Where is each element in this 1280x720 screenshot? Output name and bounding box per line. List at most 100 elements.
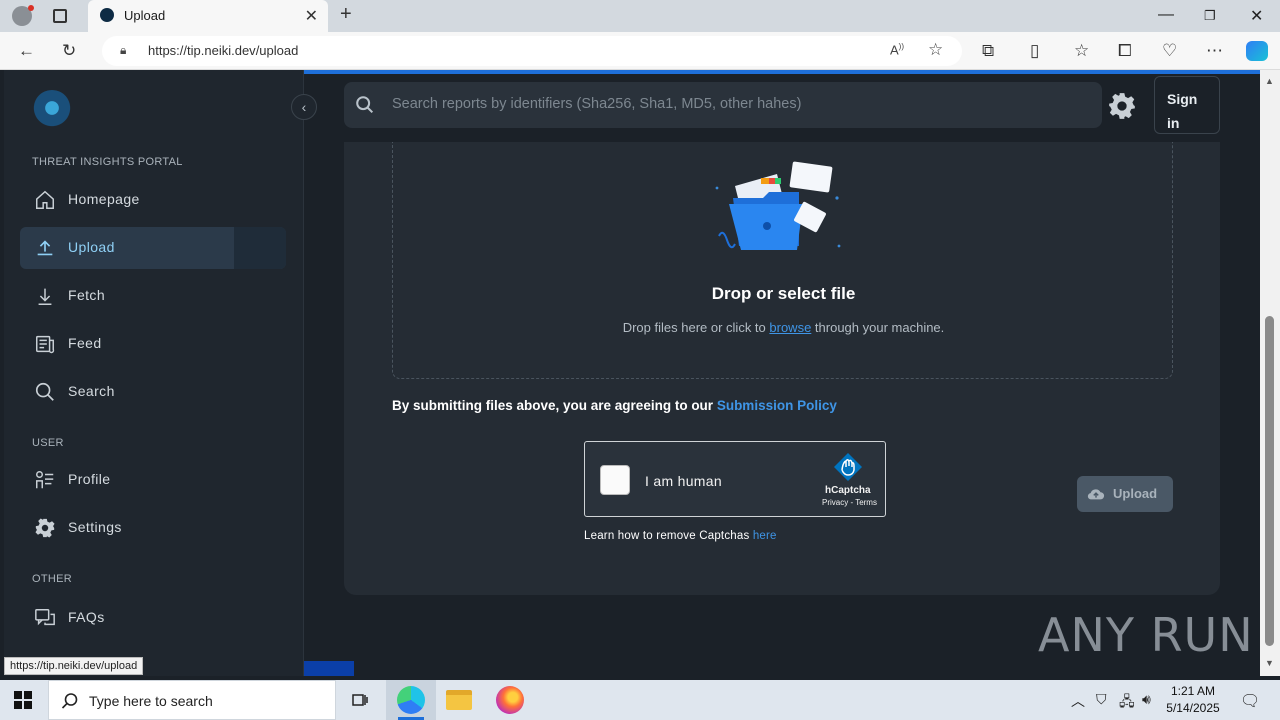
favorites-icon[interactable]: ☆	[1074, 41, 1089, 61]
browser-tab-bar: Upload ✕ + — ❐ ✕	[0, 0, 1280, 32]
search-icon	[61, 693, 78, 709]
taskbar-search-box[interactable]: Type here to search	[48, 680, 336, 720]
network-icon[interactable]: 🖧︎	[1119, 691, 1135, 715]
home-icon	[36, 190, 54, 209]
sidebar-item-label: Profile	[68, 471, 111, 487]
collections-icon[interactable]: ⧠	[1118, 41, 1132, 61]
read-aloud-icon[interactable]: A))	[890, 42, 904, 57]
agreement-text: By submitting files above, you are agree…	[392, 398, 837, 413]
taskbar-clock[interactable]: 1:21 AM 5/14/2025	[1160, 683, 1226, 717]
file-dropzone[interactable]: Drop or select file Drop files here or c…	[392, 142, 1173, 379]
upload-icon	[37, 240, 53, 256]
scroll-thumb[interactable]	[1265, 316, 1274, 646]
captcha-label: I am human	[645, 473, 722, 489]
feed-icon	[36, 335, 55, 354]
upload-button[interactable]: Upload	[1077, 476, 1173, 512]
captcha-help-link[interactable]: here	[753, 530, 777, 542]
web-page: THREAT INSIGHTS PORTAL Homepage Upload F…	[4, 70, 1260, 676]
faq-icon	[35, 609, 55, 626]
captcha-privacy-terms-links[interactable]: Privacy - Terms	[822, 498, 877, 507]
clock-date: 5/14/2025	[1166, 701, 1220, 715]
footer-accent-strip	[304, 661, 354, 676]
show-hidden-icons-icon[interactable]: ︿	[1071, 691, 1085, 711]
download-icon	[38, 288, 52, 305]
sign-in-label: Sign in	[1167, 91, 1198, 131]
browser-tab-upload[interactable]: Upload ✕	[88, 0, 328, 32]
sidebar-item-feed[interactable]: Feed	[20, 323, 286, 365]
edge-browser-icon[interactable]	[397, 686, 425, 714]
sidebar-item-homepage[interactable]: Homepage	[20, 179, 286, 221]
tab-close-icon[interactable]: ✕	[305, 6, 318, 26]
sign-in-button[interactable]: Sign in	[1154, 76, 1220, 134]
address-bar-row: ← ↻ 🔒︎ https://tip.neiki.dev/upload A)) …	[0, 32, 1280, 70]
settings-gear-icon[interactable]	[1108, 92, 1136, 120]
task-view-icon[interactable]	[346, 686, 374, 714]
gear-icon	[35, 518, 55, 538]
extensions-icon[interactable]: ⧉	[982, 41, 994, 61]
restore-icon[interactable]: ❐	[1204, 8, 1216, 24]
sidebar-item-label: FAQs	[68, 609, 105, 625]
sidebar-item-label: Search	[68, 383, 115, 399]
sidebar: THREAT INSIGHTS PORTAL Homepage Upload F…	[4, 70, 304, 676]
file-explorer-icon[interactable]	[446, 690, 472, 710]
notifications-icon[interactable]: 🗨︎	[1240, 691, 1260, 711]
volume-icon[interactable]: 🔊︎	[1142, 691, 1151, 708]
submission-policy-link[interactable]: Submission Policy	[717, 398, 837, 413]
url-text: https://tip.neiki.dev/upload	[148, 43, 299, 58]
report-search-bar[interactable]: Search reports by identifiers (Sha256, S…	[344, 82, 1102, 128]
tab-actions-icon[interactable]	[53, 9, 67, 23]
browse-link[interactable]: browse	[769, 320, 811, 335]
search-icon	[356, 96, 374, 114]
sidebar-collapse-button[interactable]: ‹	[291, 94, 317, 120]
sidebar-item-search[interactable]: Search	[20, 371, 286, 413]
minimize-icon[interactable]: —	[1158, 6, 1174, 24]
site-favicon-icon	[100, 8, 114, 22]
captcha-brand: hCaptcha	[825, 485, 871, 496]
captcha-checkbox[interactable]	[600, 465, 630, 495]
browser-essentials-icon[interactable]: ♡	[1162, 41, 1177, 61]
folder-files-illustration-icon	[715, 161, 841, 250]
section-label-user: USER	[32, 437, 64, 449]
firefox-icon[interactable]	[496, 686, 524, 714]
hcaptcha-widget: I am human hCaptcha Privacy - Terms	[584, 441, 886, 517]
url-field[interactable]: 🔒︎ https://tip.neiki.dev/upload A)) ☆	[102, 36, 962, 66]
tab-title: Upload	[124, 8, 166, 23]
anyrun-watermark: ANY RUN	[1038, 608, 1254, 662]
drop-title: Drop or select file	[711, 284, 856, 303]
clock-time: 1:21 AM	[1170, 684, 1216, 698]
scroll-down-arrow-icon[interactable]: ▼	[1265, 658, 1274, 668]
sidebar-item-faqs[interactable]: FAQs	[20, 597, 286, 639]
sidebar-item-label: Upload	[68, 239, 115, 255]
sidebar-item-label: Fetch	[68, 287, 106, 303]
new-tab-icon[interactable]: +	[340, 3, 352, 26]
security-tray-icon[interactable]: ⛉	[1096, 691, 1107, 708]
hcaptcha-logo-icon	[834, 453, 862, 481]
cloud-upload-icon	[1087, 489, 1105, 500]
taskbar-search-placeholder: Type here to search	[89, 693, 213, 709]
sidebar-item-upload[interactable]: Upload	[20, 227, 286, 269]
drop-subtitle: Drop files here or click to browse throu…	[622, 320, 945, 335]
captcha-help-text: Learn how to remove Captchas here	[584, 530, 777, 542]
sidebar-item-label: Settings	[68, 519, 122, 535]
page-scrollbar[interactable]: ▲ ▼	[1260, 70, 1280, 676]
windows-start-icon[interactable]	[14, 691, 32, 709]
section-label-portal: THREAT INSIGHTS PORTAL	[32, 156, 183, 168]
section-label-other: OTHER	[32, 573, 72, 585]
search-placeholder: Search reports by identifiers (Sha256, S…	[392, 96, 802, 112]
close-window-icon[interactable]: ✕	[1250, 6, 1263, 26]
copilot-icon[interactable]	[1246, 41, 1268, 61]
reload-icon[interactable]: ↻	[62, 41, 76, 61]
site-logo-icon[interactable]	[32, 90, 72, 130]
profile-notification-dot	[28, 5, 34, 11]
lock-icon[interactable]: 🔒︎	[120, 43, 126, 58]
scroll-up-arrow-icon[interactable]: ▲	[1265, 76, 1274, 86]
favorite-star-icon[interactable]: ☆	[928, 40, 943, 60]
more-menu-icon[interactable]: ⋯	[1206, 41, 1223, 61]
sidebar-item-fetch[interactable]: Fetch	[20, 275, 286, 317]
profile-icon	[36, 471, 54, 489]
sidebar-item-profile[interactable]: Profile	[20, 459, 286, 501]
split-screen-icon[interactable]: ▯	[1030, 41, 1039, 61]
status-bar-url: https://tip.neiki.dev/upload	[4, 657, 144, 675]
sidebar-item-settings[interactable]: Settings	[20, 507, 286, 549]
back-arrow-icon[interactable]: ←	[18, 41, 35, 61]
